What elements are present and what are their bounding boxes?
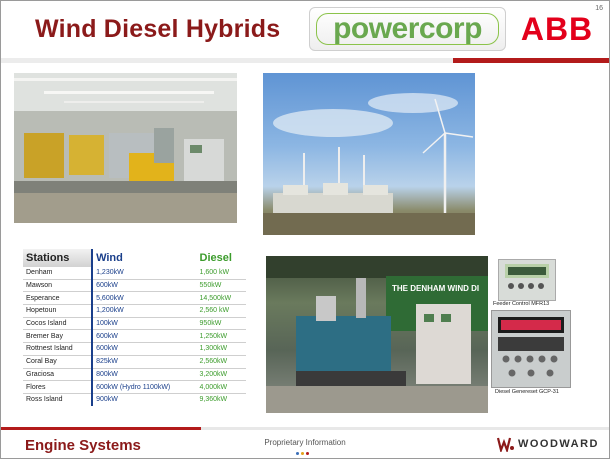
diesel-cell: 950kW xyxy=(196,317,246,331)
woodward-logo-text: WOODWARD xyxy=(517,438,599,450)
header-divider xyxy=(1,58,609,63)
woodward-logo-icon xyxy=(496,437,514,452)
feeder-control-caption: Feeder Control MFR13 xyxy=(493,301,550,307)
diesel-cell: 1,250kW xyxy=(196,329,246,344)
wind-cell: 600kW xyxy=(91,329,197,344)
table-row: Graciosa 800kW 3,200kW xyxy=(23,368,246,382)
table-header-row: Stations Wind Diesel xyxy=(23,249,246,267)
woodward-logo: WOODWARD xyxy=(496,436,599,452)
genset-controller-caption: Diesel Genereset GCP-31 xyxy=(495,389,559,395)
station-cell: Rottnest Island xyxy=(23,342,93,356)
slide-title: Wind Diesel Hybrids xyxy=(35,15,281,43)
diesel-header: Diesel xyxy=(199,252,232,264)
stations-header: Stations xyxy=(23,249,93,267)
abb-logo: ABB xyxy=(513,7,601,51)
wind-cell: 825kW xyxy=(91,355,197,369)
table-row: Cocos Island 100kW 950kW xyxy=(23,317,246,331)
table-row: Rottnest Island 600kW 1,300kW xyxy=(23,342,246,356)
station-cell: Bremer Bay xyxy=(23,329,93,344)
station-cell: Esperance xyxy=(23,291,93,306)
wind-header: Wind xyxy=(91,249,197,267)
station-cell: Mawson xyxy=(23,279,93,293)
wind-cell: 900kW xyxy=(91,393,197,406)
diesel-cell: 2,560 kW xyxy=(196,304,246,318)
diesel-cell: 14,500kW xyxy=(196,291,246,306)
feeder-control-photo xyxy=(498,259,556,301)
stations-table: Stations Wind Diesel Denham 1,230kW 1,600 … xyxy=(23,249,246,406)
station-cell: Flores xyxy=(23,380,93,394)
powercorp-logo-text: powercorp xyxy=(333,12,482,45)
station-cell: Denham xyxy=(23,267,93,280)
wind-cell: 600kW xyxy=(91,279,197,293)
wind-cell: 600kW (Hydro 1100kW) xyxy=(91,380,197,394)
abb-logo-text: ABB xyxy=(520,10,594,47)
station-cell: Ross Island xyxy=(26,396,63,404)
slide: Wind Diesel Hybrids 16 powercorp ABB THE… xyxy=(0,0,610,459)
wind-cell: 1,200kW xyxy=(91,304,197,318)
genset-plant-photo: THE DENHAM WIND DI xyxy=(266,256,488,413)
station-cell: Hopetoun xyxy=(23,304,93,318)
diesel-cell: 1,600 kW xyxy=(196,267,246,280)
table-row: Denham 1,230kW 1,600 kW xyxy=(23,267,246,280)
wind-cell: 600kW xyxy=(91,342,197,356)
station-cell: Cocos Island xyxy=(23,317,93,331)
table-row: Ross Island 900kW 9,360kW xyxy=(23,393,246,406)
engine-hall-photo xyxy=(14,73,237,223)
powercorp-logo: powercorp xyxy=(309,7,506,51)
table-row: Bremer Bay 600kW 1,250kW xyxy=(23,329,246,344)
station-cell: Coral Bay xyxy=(23,355,93,369)
wind-cell: 1,230kW xyxy=(91,267,197,280)
table-row: Mawson 600kW 550kW xyxy=(23,279,246,293)
diesel-cell: 3,200kW xyxy=(196,368,246,382)
wind-cell: 800kW xyxy=(91,368,197,382)
wind-turbine-photo xyxy=(263,73,475,235)
table-row: Hopetoun 1,200kW 2,560 kW xyxy=(23,304,246,318)
diesel-cell: 4,000kW xyxy=(196,380,246,394)
diesel-cell: 1,300kW xyxy=(196,342,246,356)
wind-cell: 100kW xyxy=(91,317,197,331)
denham-sign-text: THE DENHAM WIND DI xyxy=(392,284,479,293)
genset-controller-photo xyxy=(491,310,571,388)
diesel-cell: 550kW xyxy=(196,279,246,293)
diesel-cell: 9,360kW xyxy=(199,396,228,404)
footer-divider xyxy=(1,427,609,430)
table-row: Flores 600kW (Hydro 1100kW) 4,000kW xyxy=(23,380,246,394)
slide-nav-dots-icon xyxy=(296,452,309,455)
table-row: Esperance 5,600kW 14,500kW xyxy=(23,291,246,306)
table-row: Coral Bay 825kW 2,560kW xyxy=(23,355,246,369)
station-cell: Graciosa xyxy=(23,368,93,382)
diesel-cell: 2,560kW xyxy=(196,355,246,369)
wind-cell: 5,600kW xyxy=(91,291,197,306)
